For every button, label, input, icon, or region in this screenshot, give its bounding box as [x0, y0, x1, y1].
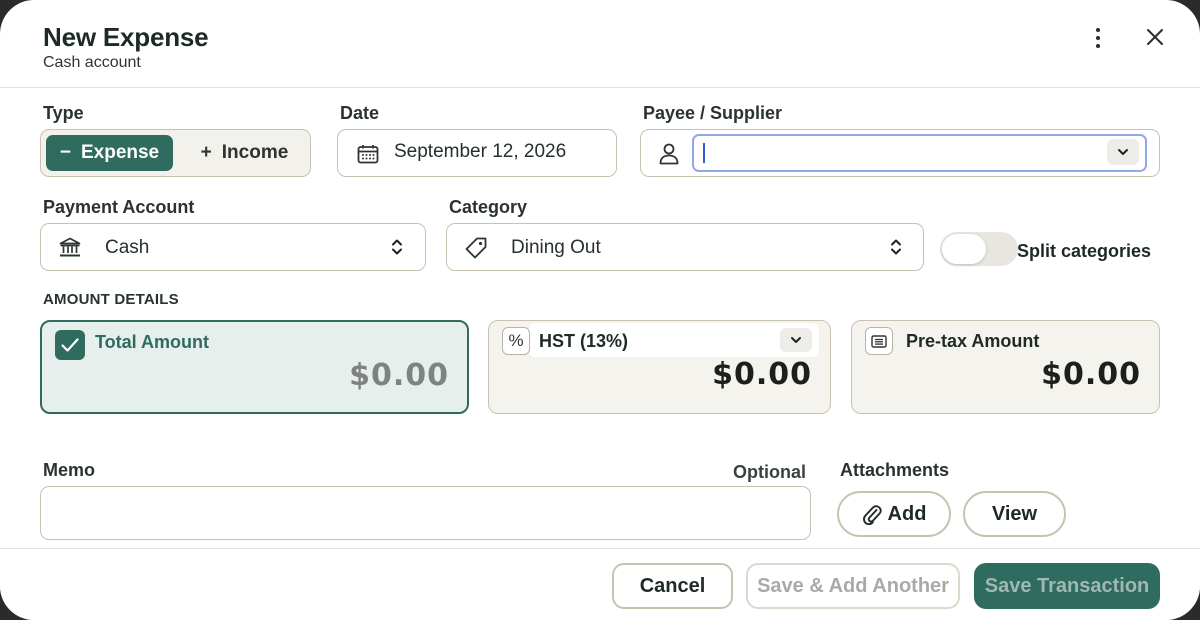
add-attachment-label: Add [887, 502, 927, 525]
income-option-label: Income [221, 142, 289, 163]
new-expense-dialog: New Expense Cash account Type − Expense … [0, 0, 1200, 620]
memo-input[interactable] [40, 486, 811, 540]
more-options-icon[interactable] [1086, 26, 1110, 50]
dialog-header: New Expense Cash account [0, 0, 1200, 88]
type-label: Type [43, 103, 84, 123]
paperclip-icon [862, 505, 882, 525]
chevron-updown-icon [891, 239, 901, 255]
memo-label: Memo [43, 460, 96, 480]
pretax-amount-value[interactable]: $0.00 [1041, 357, 1141, 392]
payment-account-label: Payment Account [43, 197, 195, 217]
date-value: September 12, 2026 [394, 141, 567, 162]
chevron-down-icon [791, 337, 801, 343]
toggle-knob [942, 234, 986, 264]
calendar-icon [357, 145, 379, 164]
chevron-updown-icon [392, 239, 402, 255]
view-attachments-label: View [991, 502, 1038, 525]
save-and-add-another-button[interactable]: Save & Add Another [746, 563, 960, 609]
tax-amount-card: HST (13%) % $0.00 [488, 320, 831, 414]
receipt-icon [865, 327, 893, 355]
tag-icon [465, 237, 487, 259]
expense-option-label: Expense [80, 142, 160, 163]
tax-amount-value[interactable]: $0.00 [712, 357, 812, 392]
dialog-footer: Cancel Save & Add Another Save Transacti… [0, 548, 1200, 620]
save-transaction-button[interactable]: Save Transaction [974, 563, 1160, 609]
total-amount-card[interactable]: Total Amount $0.00 [40, 320, 469, 414]
tax-rate-select[interactable]: HST (13%) [529, 323, 819, 357]
minus-icon: − [59, 142, 71, 163]
tax-rate-dropdown-button[interactable] [780, 328, 812, 352]
date-label: Date [340, 103, 380, 123]
close-icon[interactable] [1144, 26, 1166, 48]
plus-icon: + [200, 142, 212, 163]
expense-option[interactable]: − Expense [46, 135, 173, 171]
view-attachments-button[interactable]: View [963, 491, 1066, 537]
payee-dropdown-button[interactable] [1107, 139, 1139, 165]
pretax-amount-card: Pre-tax Amount $0.00 [851, 320, 1160, 414]
income-option[interactable]: + Income [181, 135, 308, 171]
category-label: Category [449, 197, 528, 217]
payee-input[interactable] [692, 134, 1147, 172]
total-amount-checkbox[interactable] [55, 330, 85, 360]
type-segmented-control: − Expense + Income [40, 129, 311, 177]
attachments-label: Attachments [840, 460, 950, 480]
person-icon [659, 143, 679, 165]
add-attachment-button[interactable]: Add [837, 491, 951, 537]
dialog-subtitle: Cash account [43, 54, 141, 71]
bank-icon [59, 237, 81, 257]
total-amount-label: Total Amount [95, 332, 209, 352]
split-categories-label: Split categories [1017, 241, 1152, 261]
payee-label: Payee / Supplier [643, 103, 783, 123]
category-value: Dining Out [511, 237, 601, 258]
category-select[interactable]: Dining Out [446, 223, 924, 271]
payee-field [640, 129, 1160, 177]
tax-rate-label: HST (13%) [539, 331, 629, 351]
payment-account-value: Cash [105, 237, 150, 258]
payment-account-select[interactable]: Cash [40, 223, 426, 271]
pretax-amount-label: Pre-tax Amount [906, 331, 1040, 351]
cancel-button[interactable]: Cancel [612, 563, 733, 609]
chevron-down-icon [1118, 149, 1128, 155]
split-categories-toggle[interactable] [940, 232, 1018, 266]
dialog-title: New Expense [43, 22, 209, 52]
amount-details-heading: AMOUNT DETAILS [43, 291, 179, 308]
text-caret [703, 143, 705, 163]
checkmark-icon [61, 338, 79, 352]
percent-icon: % [502, 327, 530, 355]
memo-optional-hint: Optional [733, 462, 806, 482]
total-amount-value[interactable]: $0.00 [349, 358, 449, 393]
date-field[interactable]: September 12, 2026 [337, 129, 617, 177]
